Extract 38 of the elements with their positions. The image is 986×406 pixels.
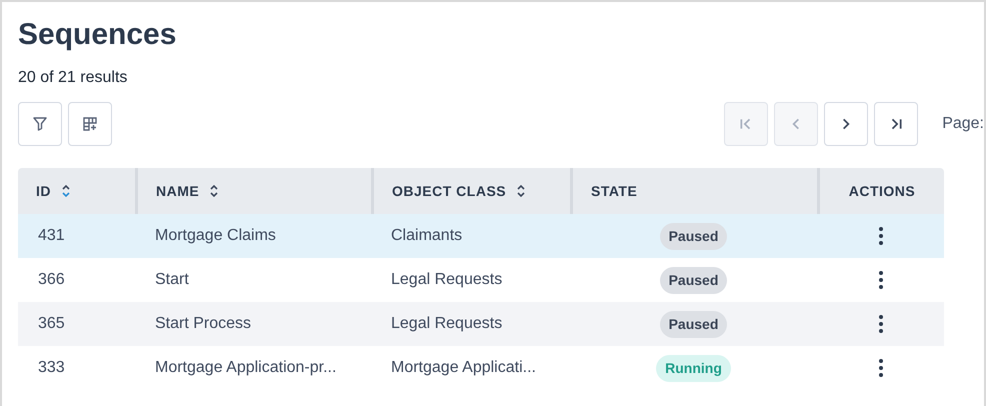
table-row[interactable]: 431 Mortgage Claims Claimants Paused [18,214,944,258]
table-row[interactable]: 365 Start Process Legal Requests Paused [18,302,944,346]
more-options-icon[interactable] [878,358,884,378]
page-label: Page: [942,114,984,134]
last-page-icon [889,117,904,131]
table-add-column-icon [81,115,99,133]
table-cell: Mortgage Claims [155,227,276,244]
column-header: STATE [591,182,638,200]
table-cell: Mortgage Applicati... [391,359,536,376]
filter-icon [31,115,49,133]
status-badge: Paused [660,310,728,338]
table-cell: 366 [38,271,65,288]
table-cell: 365 [38,315,65,332]
more-options-icon[interactable] [878,314,884,334]
sort-icon[interactable] [61,183,71,199]
table-cell: 333 [38,359,65,376]
column-header[interactable]: ID [36,180,51,202]
column-header[interactable]: OBJECT CLASS [392,180,506,202]
filter-button[interactable] [18,102,62,146]
columns-button[interactable] [68,102,112,146]
more-options-icon[interactable] [878,226,884,246]
sort-icon[interactable] [209,183,220,199]
column-header: ACTIONS [848,182,916,200]
more-options-icon[interactable] [878,270,884,290]
status-badge: Paused [660,222,728,250]
result-count: 20 of 21 results [18,68,128,88]
table-cell: Claimants [391,227,462,244]
table-cell: Legal Requests [391,315,502,332]
table-cell: Legal Requests [391,271,502,288]
page-title: Sequences [18,17,178,53]
table-cell: Start [155,271,189,288]
status-badge: Running [656,354,731,382]
table-cell: 431 [38,227,65,244]
table-cell: Start Process [155,315,252,332]
table-cell: Mortgage Application-pr... [155,359,336,376]
sort-icon[interactable] [516,183,526,199]
column-header[interactable]: NAME [156,180,200,202]
status-badge: Paused [660,266,728,294]
